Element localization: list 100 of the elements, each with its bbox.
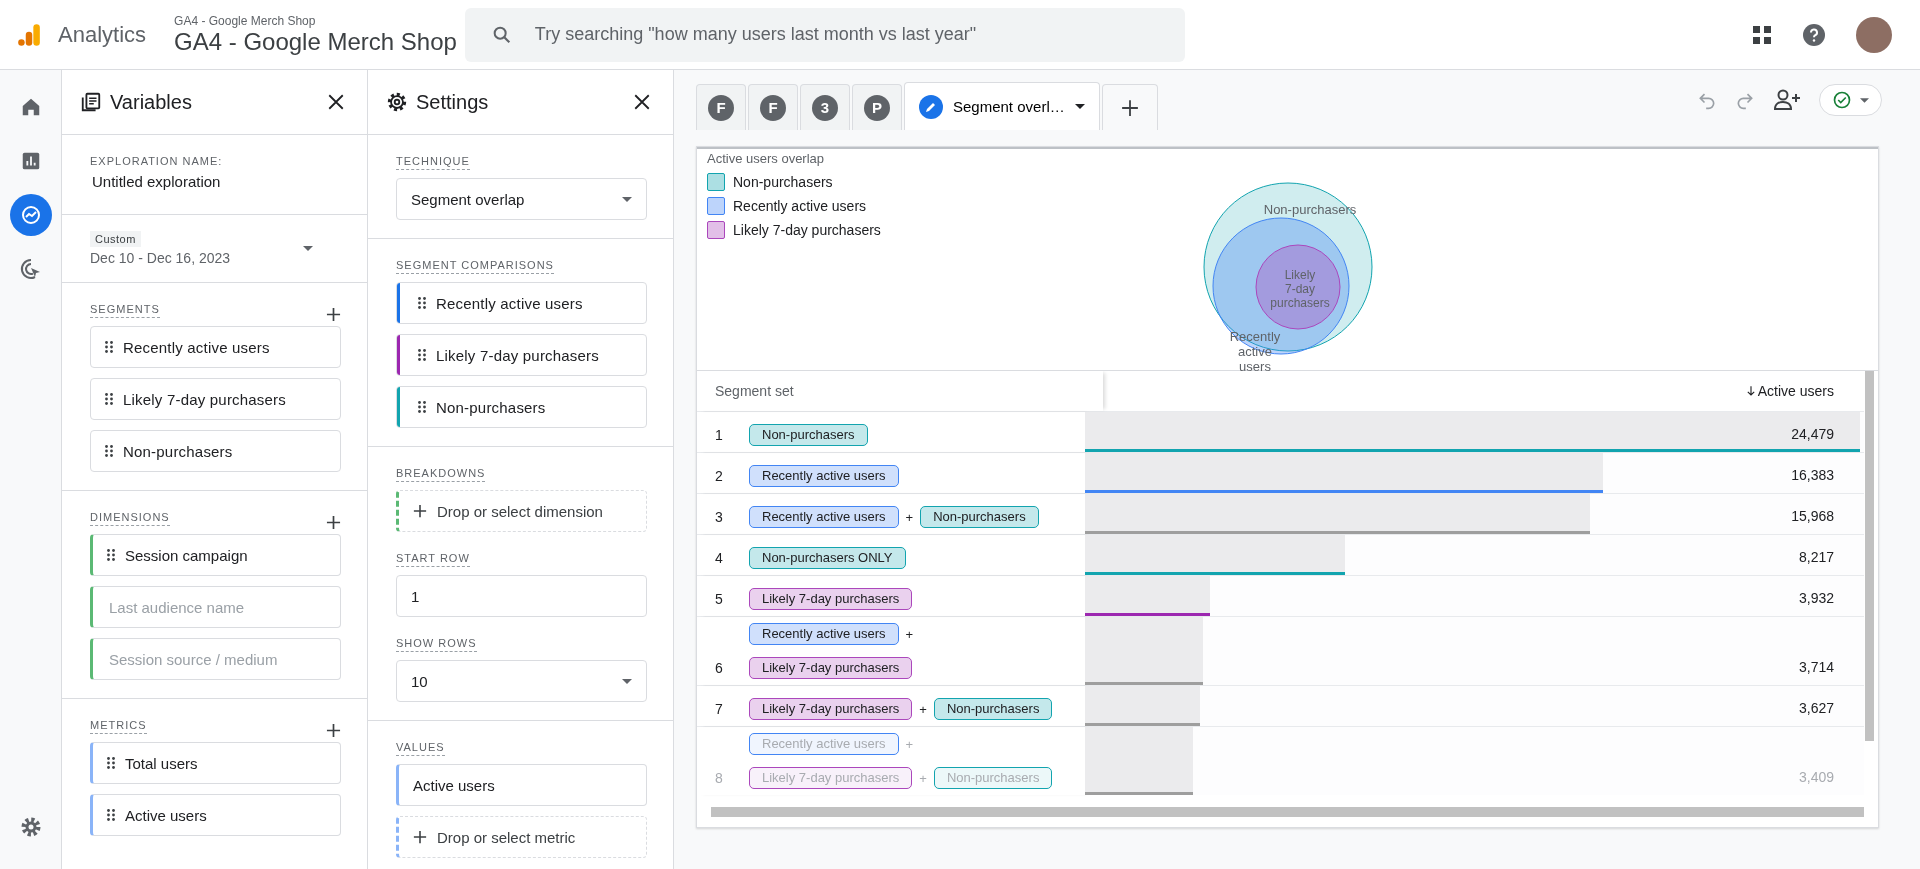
segment-chip: Recently active users <box>749 465 899 487</box>
search-field[interactable]: Try searching "how many users last month vs last year" <box>464 7 1185 62</box>
table-cell-text: 8,217 <box>1798 549 1835 567</box>
row-number: 1 <box>715 426 724 445</box>
segment-item[interactable]: Recently active users <box>90 326 341 368</box>
date-range: Dec 10 - Dec 16, 2023 <box>90 250 231 266</box>
scrollbar[interactable] <box>1865 371 1874 741</box>
table-cell-text: 3,627 <box>1798 700 1835 718</box>
property-selector[interactable]: GA4 - Google Merch Shop <box>174 27 457 56</box>
dimension-item[interactable]: Session campaign <box>90 534 341 576</box>
analytics-logo-icon <box>16 21 42 48</box>
scrollbar[interactable] <box>711 807 1864 817</box>
drag-handle-icon[interactable] <box>107 549 115 561</box>
drag-handle-icon[interactable] <box>418 297 426 309</box>
drag-handle-icon[interactable] <box>418 349 426 361</box>
drag-handle-icon[interactable] <box>418 401 426 413</box>
section-label: SEGMENT COMPARISONS <box>396 259 554 274</box>
section-label: EXPLORATION NAME: <box>90 155 223 167</box>
section-label: METRICS <box>90 719 147 734</box>
metric-drop-zone[interactable]: Drop or select metric <box>396 816 647 858</box>
table-cell-text: 3,932 <box>1798 590 1835 608</box>
segment-chip: Likely 7-day purchasers <box>749 698 913 720</box>
segment-chip: Non-purchasers ONLY <box>749 547 906 569</box>
show-rows-dropdown[interactable]: 10 <box>396 660 647 702</box>
tab[interactable]: F <box>748 84 798 130</box>
caret-icon <box>1860 97 1869 103</box>
table-cell-text: 16,383 <box>1791 467 1835 485</box>
section-label: SEGMENTS <box>90 303 160 318</box>
table-cell-text: 3,409 <box>1798 769 1835 787</box>
account-name: GA4 - Google Merch Shop <box>174 13 317 28</box>
chart-title: Active users overlap <box>707 151 826 166</box>
list-icon <box>80 91 102 113</box>
add-icon[interactable] <box>326 515 341 530</box>
metric-item[interactable]: Active users <box>90 794 341 836</box>
section-label: START ROW <box>396 552 470 567</box>
drag-handle-icon[interactable] <box>107 809 115 821</box>
segment-chip: Recently active users <box>749 733 899 755</box>
row-number: 4 <box>715 549 724 568</box>
row-number: 3 <box>715 508 724 527</box>
technique-dropdown[interactable]: Segment overlap <box>396 178 647 220</box>
apps-grid-icon[interactable] <box>1752 24 1772 45</box>
help-icon[interactable] <box>1802 22 1826 47</box>
close-icon[interactable] <box>327 93 345 111</box>
legend-label: Likely 7-day purchasers <box>733 222 881 238</box>
segment-comparison-item[interactable]: Recently active users <box>396 282 647 324</box>
row-number: 8 <box>715 769 724 788</box>
close-icon[interactable] <box>633 93 651 111</box>
drag-handle-icon[interactable] <box>105 341 113 353</box>
segment-item[interactable]: Non-purchasers <box>90 430 341 472</box>
add-tab-button[interactable] <box>1101 84 1158 130</box>
dimension-drop-zone[interactable]: Drop or select dimension <box>396 490 647 532</box>
segment-comparison-item[interactable]: Likely 7-day purchasers <box>396 334 647 376</box>
tab[interactable]: 3 <box>800 84 850 130</box>
segment-chip: Non-purchasers <box>920 506 1039 528</box>
add-person-icon[interactable] <box>1773 88 1801 112</box>
segment-chip: Non-purchasers <box>933 698 1053 720</box>
status-dropdown-button[interactable] <box>1819 84 1882 116</box>
section-label: TECHNIQUE <box>396 155 470 170</box>
tab[interactable]: P <box>852 84 902 130</box>
caret-icon <box>303 246 313 251</box>
segment-chip: Recently active users <box>749 506 899 528</box>
tab[interactable]: Segment overl… <box>904 82 1100 130</box>
table-cell-text: 3,714 <box>1798 659 1835 677</box>
drag-handle-icon[interactable] <box>107 757 115 769</box>
venn-label: Likely 7-day purchasers <box>1270 268 1330 310</box>
table-cell-text: 24,479 <box>1791 426 1835 444</box>
start-row-field[interactable]: 1 <box>396 575 647 617</box>
exploration-name[interactable]: Untitled exploration <box>92 173 341 190</box>
segment-comparison-item[interactable]: Non-purchasers <box>396 386 647 428</box>
panel-title: Variables <box>110 90 192 114</box>
product-name: Analytics <box>58 21 147 48</box>
gear-icon <box>386 91 408 113</box>
check-circle-icon <box>1832 90 1852 110</box>
drag-handle-icon[interactable] <box>105 393 113 405</box>
row-number: 2 <box>715 467 724 486</box>
date-preset-label: Custom <box>90 231 141 247</box>
section-label: SHOW ROWS <box>396 637 477 652</box>
drag-handle-icon[interactable] <box>105 445 113 457</box>
add-icon <box>413 830 427 844</box>
segment-chip: Likely 7-day purchasers <box>749 588 913 610</box>
plus-sign: + <box>905 626 914 642</box>
segment-chip: Non-purchasers <box>933 767 1053 789</box>
legend-label: Recently active users <box>733 198 867 214</box>
value-item[interactable]: Active users <box>396 764 647 806</box>
section-label: DIMENSIONS <box>90 511 170 526</box>
tab[interactable]: F <box>696 84 746 130</box>
row-number: 6 <box>715 659 724 678</box>
column-header[interactable]: Active users <box>1746 383 1864 399</box>
add-icon[interactable] <box>326 307 341 322</box>
avatar[interactable] <box>1856 16 1892 53</box>
segment-item[interactable]: Likely 7-day purchasers <box>90 378 341 420</box>
nav-button[interactable] <box>9 194 52 236</box>
segment-chip: Likely 7-day purchasers <box>749 767 913 789</box>
date-range-picker[interactable]: Custom Dec 10 - Dec 16, 2023 <box>62 215 367 283</box>
row-number: 7 <box>715 700 724 719</box>
pencil-icon <box>919 94 943 119</box>
section-label: BREAKDOWNS <box>396 467 486 482</box>
metric-item[interactable]: Total users <box>90 742 341 784</box>
add-icon[interactable] <box>326 723 341 738</box>
table-cell-text: 15,968 <box>1791 508 1835 526</box>
